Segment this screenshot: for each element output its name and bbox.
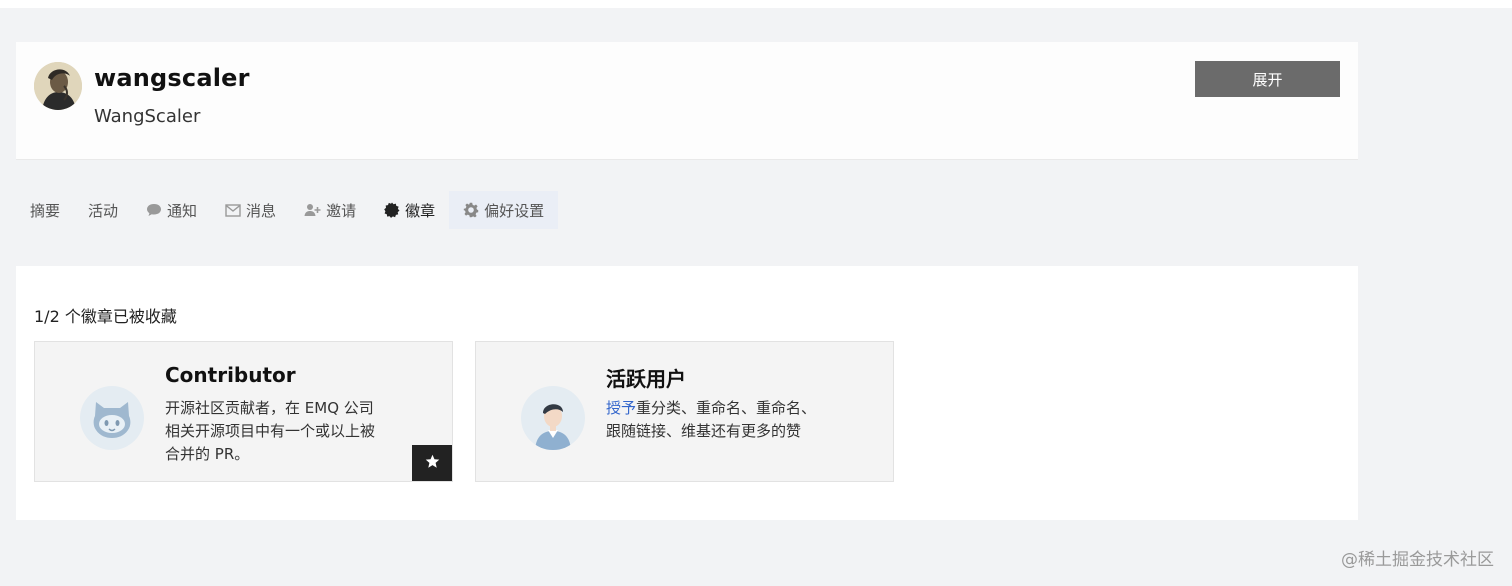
avatar[interactable] <box>34 62 82 110</box>
expand-button[interactable]: 展开 <box>1195 61 1340 97</box>
tab-summary[interactable]: 摘要 <box>16 191 74 229</box>
badge-title: Contributor <box>165 363 296 387</box>
tab-label: 通知 <box>167 201 198 220</box>
profile-card: wangscaler WangScaler 展开 <box>16 42 1358 160</box>
gear-icon <box>463 202 479 218</box>
tab-invites[interactable]: 邀请 <box>290 191 370 229</box>
tab-label: 邀请 <box>326 201 357 220</box>
badge-description-text: 重分类、重命名、重命名、跟随链接、维基还有更多的赞 <box>606 399 817 440</box>
display-name: WangScaler <box>94 106 201 127</box>
tab-messages[interactable]: 消息 <box>211 191 290 229</box>
badge-card-active-user[interactable]: 活跃用户 授予重分类、重命名、重命名、跟随链接、维基还有更多的赞 <box>475 341 894 482</box>
badge-title: 活跃用户 <box>606 367 686 391</box>
certificate-icon <box>384 202 400 218</box>
badge-description: 授予重分类、重命名、重命名、跟随链接、维基还有更多的赞 <box>606 397 826 443</box>
tab-label: 消息 <box>246 201 277 220</box>
tab-badges[interactable]: 徽章 <box>370 191 449 229</box>
badges-panel: 1/2 个徽章已被收藏 Contributor 开源社区贡献者，在 EMQ 公司… <box>16 266 1358 520</box>
tab-label: 徽章 <box>405 201 436 220</box>
watermark: @稀土掘金技术社区 <box>1341 550 1494 570</box>
tab-label: 摘要 <box>30 201 61 220</box>
badge-count-text: 1/2 个徽章已被收藏 <box>34 307 177 326</box>
tab-label: 活动 <box>88 201 119 220</box>
favorite-button[interactable] <box>412 445 452 481</box>
username: wangscaler <box>94 64 250 92</box>
user-plus-icon <box>304 203 321 217</box>
badge-card-contributor[interactable]: Contributor 开源社区贡献者，在 EMQ 公司相关开源项目中有一个或以… <box>34 341 453 482</box>
github-octocat-icon <box>80 386 144 450</box>
star-icon <box>425 454 440 473</box>
tab-label: 偏好设置 <box>484 201 545 220</box>
profile-tabs: 摘要 活动 通知 消息 邀请 徽章 偏好设置 <box>16 191 559 229</box>
grant-link[interactable]: 授予 <box>606 399 636 417</box>
comment-icon <box>146 203 162 217</box>
user-person-icon <box>521 386 585 450</box>
tab-preferences[interactable]: 偏好设置 <box>449 191 559 229</box>
tab-activity[interactable]: 活动 <box>74 191 132 229</box>
envelope-icon <box>225 203 241 217</box>
tab-notifications[interactable]: 通知 <box>132 191 211 229</box>
badge-description: 开源社区贡献者，在 EMQ 公司相关开源项目中有一个或以上被合并的 PR。 <box>165 399 376 463</box>
